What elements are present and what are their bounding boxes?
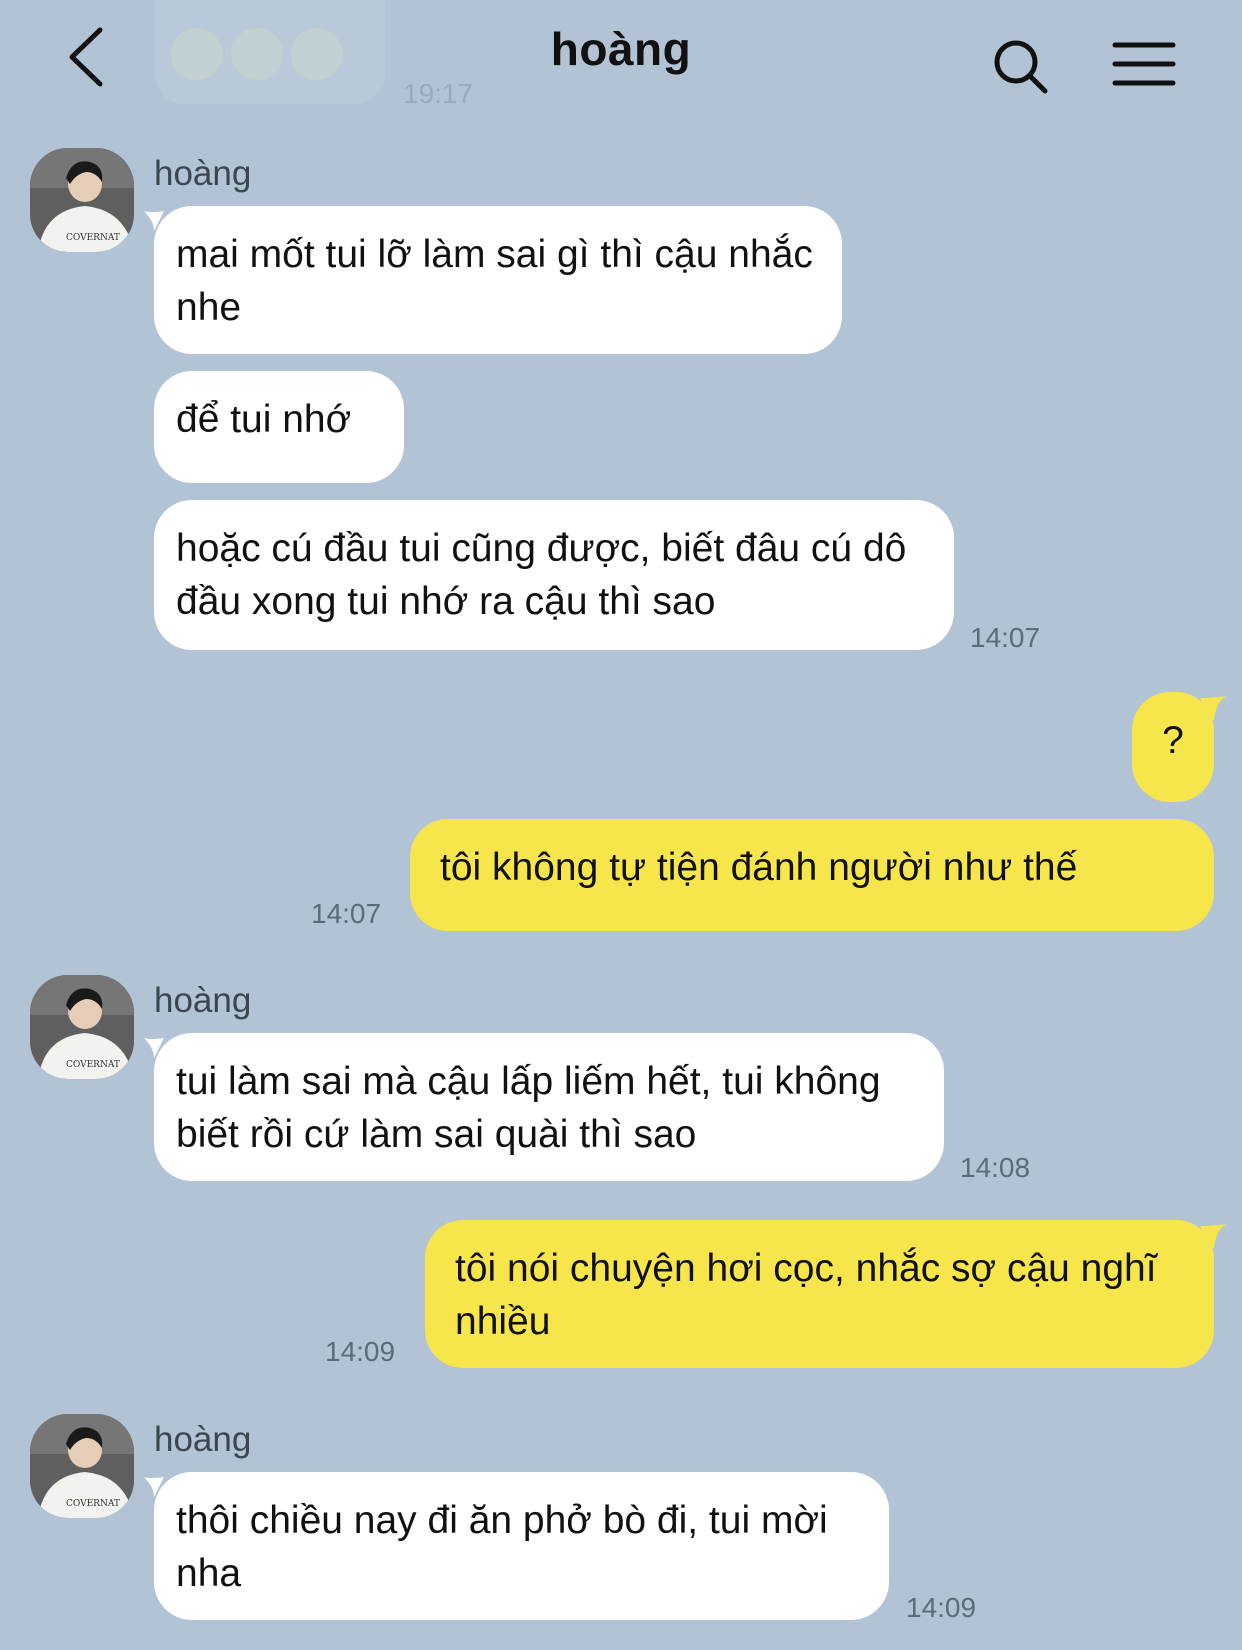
message-time: 14:08 (960, 1152, 1031, 1183)
search-button[interactable] (992, 38, 1052, 98)
message-bubble[interactable]: tui làm sai mà cậu lấp liếm hết, tui khô… (154, 1033, 944, 1181)
sender-name: hoàng (154, 1420, 252, 1459)
message-bubble[interactable]: ? (1132, 692, 1214, 802)
profile-photo-icon: COVERNAT (30, 148, 134, 252)
sender-name: hoàng (154, 981, 252, 1020)
sender-name: hoàng (154, 154, 252, 193)
svg-text:COVERNAT: COVERNAT (66, 1499, 120, 1509)
menu-button[interactable] (1112, 40, 1176, 90)
message-time: 14:09 (325, 1336, 396, 1367)
avatar[interactable]: COVERNAT (30, 975, 134, 1079)
message-bubble[interactable]: để tui nhớ (154, 371, 404, 483)
message-bubble[interactable]: thôi chiều nay đi ăn phở bò đi, tui mời … (154, 1472, 889, 1620)
message-bubble[interactable]: tôi nói chuyện hơi cọc, nhắc sợ cậu nghĩ… (425, 1220, 1214, 1368)
message-time: 14:07 (970, 622, 1041, 653)
chat-header: hoàng (0, 0, 1242, 120)
message-time: 14:07 (311, 898, 382, 929)
avatar[interactable]: COVERNAT (30, 148, 134, 252)
message-bubble[interactable]: hoặc cú đầu tui cũng được, biết đâu cú d… (154, 500, 954, 650)
chat-title: hoàng (550, 23, 692, 75)
search-icon (994, 40, 1048, 94)
svg-text:COVERNAT: COVERNAT (66, 233, 120, 243)
svg-text:COVERNAT: COVERNAT (66, 1060, 120, 1070)
profile-photo-icon: COVERNAT (30, 1414, 134, 1518)
message-bubble[interactable]: tôi không tự tiện đánh người như thế (410, 819, 1214, 931)
avatar[interactable]: COVERNAT (30, 1414, 134, 1518)
message-bubble[interactable]: mai mốt tui lỡ làm sai gì thì cậu nhắc n… (154, 206, 842, 354)
profile-photo-icon: COVERNAT (30, 975, 134, 1079)
message-time: 14:09 (906, 1592, 977, 1623)
hamburger-menu-icon (1112, 42, 1176, 86)
